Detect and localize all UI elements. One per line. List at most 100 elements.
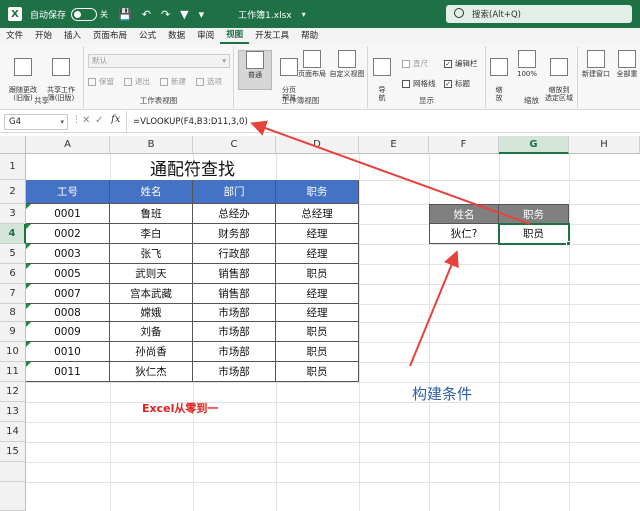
table-cell-title[interactable]: 经理 [276,244,359,264]
tab-view[interactable]: 视图 [220,28,250,44]
table-cell-dept[interactable]: 销售部 [193,264,276,284]
table-cell-id[interactable]: 0001 [26,204,110,224]
normal-view-button[interactable]: 普通 [238,50,272,90]
headings-checkbox[interactable]: ✓ 标题 [444,78,470,89]
tab-help[interactable]: 帮助 [295,28,324,44]
table-cell-name[interactable]: 孙尚香 [110,342,193,362]
row-header-13[interactable]: 13 [0,402,26,422]
zoom-100-button[interactable]: 100% [512,50,542,78]
row-header-14[interactable]: 14 [0,422,26,442]
table-cell-name[interactable]: 武则天 [110,264,193,284]
table-cell-dept[interactable]: 行政部 [193,244,276,264]
tab-page-layout[interactable]: 页面布局 [87,28,133,44]
table-cell-title[interactable]: 职员 [276,362,359,382]
undo-icon[interactable]: ↶ [142,8,151,21]
column-header-c[interactable]: C [193,136,276,154]
table-cell-id[interactable]: 0010 [26,342,110,362]
name-box[interactable]: G4 ▾ [4,114,68,130]
row-header-8[interactable]: 8 [0,304,26,322]
table-header-name[interactable]: 姓名 [110,180,193,204]
table-cell-id[interactable]: 0008 [26,304,110,322]
row-header-6[interactable]: 6 [0,264,26,284]
table-cell-name[interactable]: 张飞 [110,244,193,264]
table-cell-id[interactable]: 0003 [26,244,110,264]
table-cell-dept[interactable]: 市场部 [193,304,276,322]
table-cell-id[interactable]: 0002 [26,224,110,244]
table-cell-title[interactable]: 职员 [276,342,359,362]
row-header-17[interactable] [0,482,26,511]
table-cell-id[interactable]: 0009 [26,322,110,342]
cancel-icon[interactable]: ✕ [82,115,90,126]
table-cell-title[interactable]: 经理 [276,284,359,304]
table-cell-dept[interactable]: 市场部 [193,342,276,362]
enter-icon[interactable]: ✓ [95,115,103,126]
table-cell-name[interactable]: 刘备 [110,322,193,342]
table-cell-name[interactable]: 李白 [110,224,193,244]
row-header-4[interactable]: 4 [0,224,26,244]
tab-insert[interactable]: 插入 [58,28,87,44]
table-header-id[interactable]: 工号 [26,180,110,204]
options-button[interactable]: 选项 [196,76,222,87]
lookup-header-name[interactable]: 姓名 [429,204,499,224]
column-header-h[interactable]: H [569,136,640,154]
table-cell-title[interactable]: 职员 [276,264,359,284]
redo-icon[interactable]: ↷ [161,8,170,21]
gridlines-checkbox[interactable]: 网格线 [402,78,436,89]
table-header-dept[interactable]: 部门 [193,180,276,204]
lookup-result-cell[interactable]: 职员 [498,223,570,245]
row-header-2[interactable]: 2 [0,180,26,204]
table-cell-dept[interactable]: 市场部 [193,362,276,382]
table-cell-dept[interactable]: 销售部 [193,284,276,304]
insert-function-icon[interactable]: fx [111,114,120,125]
exit-button[interactable]: 退出 [124,76,150,87]
column-header-g[interactable]: G [499,136,569,154]
customize-qat-icon[interactable]: ▾ [199,8,205,21]
formula-more-icon[interactable]: ⋮ [72,115,81,125]
row-header-1[interactable]: 1 [0,154,26,180]
filter-icon[interactable]: ▼ [180,8,188,21]
keep-button[interactable]: 保留 [88,76,114,87]
tab-home[interactable]: 开始 [29,28,58,44]
row-header-11[interactable]: 11 [0,362,26,382]
search-box[interactable]: 搜索(Alt+Q) [446,5,632,23]
autosave-toggle[interactable] [71,7,98,21]
table-cell-title[interactable]: 经理 [276,304,359,322]
table-cell-dept[interactable]: 市场部 [193,322,276,342]
custom-views-button[interactable]: 自定义视图 [326,50,368,78]
tab-developer[interactable]: 开发工具 [249,28,295,44]
row-header-3[interactable]: 3 [0,204,26,224]
tab-formulas[interactable]: 公式 [133,28,162,44]
arrange-all-button[interactable]: 全部重 [614,50,640,78]
table-cell-dept[interactable]: 财务部 [193,224,276,244]
row-header-12[interactable]: 12 [0,382,26,402]
row-header-16[interactable] [0,462,26,482]
fill-handle[interactable] [566,241,571,246]
table-cell-name[interactable]: 嫦娥 [110,304,193,322]
row-header-15[interactable]: 15 [0,442,26,462]
table-cell-id[interactable]: 0007 [26,284,110,304]
row-header-9[interactable]: 9 [0,322,26,342]
lookup-header-title[interactable]: 职务 [499,204,569,224]
save-icon[interactable]: 💾 [118,8,132,21]
table-cell-title[interactable]: 职员 [276,322,359,342]
new-window-button[interactable]: 新建窗口 [580,50,612,78]
column-header-d[interactable]: D [276,136,359,154]
table-cell-title[interactable]: 总经理 [276,204,359,224]
tab-review[interactable]: 审阅 [191,28,220,44]
table-cell-name[interactable]: 狄仁杰 [110,362,193,382]
column-header-e[interactable]: E [359,136,429,154]
new-view-button[interactable]: 新建 [160,76,186,87]
select-all-corner[interactable] [0,136,26,154]
column-header-b[interactable]: B [110,136,193,154]
table-cell-name[interactable]: 鲁班 [110,204,193,224]
table-header-title[interactable]: 职务 [276,180,359,204]
column-header-a[interactable]: A [26,136,110,154]
table-cell-id[interactable]: 0011 [26,362,110,382]
formula-bar-checkbox[interactable]: ✓ 编辑栏 [444,58,478,69]
table-cell-dept[interactable]: 总经办 [193,204,276,224]
table-cell-id[interactable]: 0005 [26,264,110,284]
sheet-view-dropdown[interactable]: 默认 ▾ [88,54,230,68]
row-header-5[interactable]: 5 [0,244,26,264]
column-header-f[interactable]: F [429,136,499,154]
tab-data[interactable]: 数据 [162,28,191,44]
